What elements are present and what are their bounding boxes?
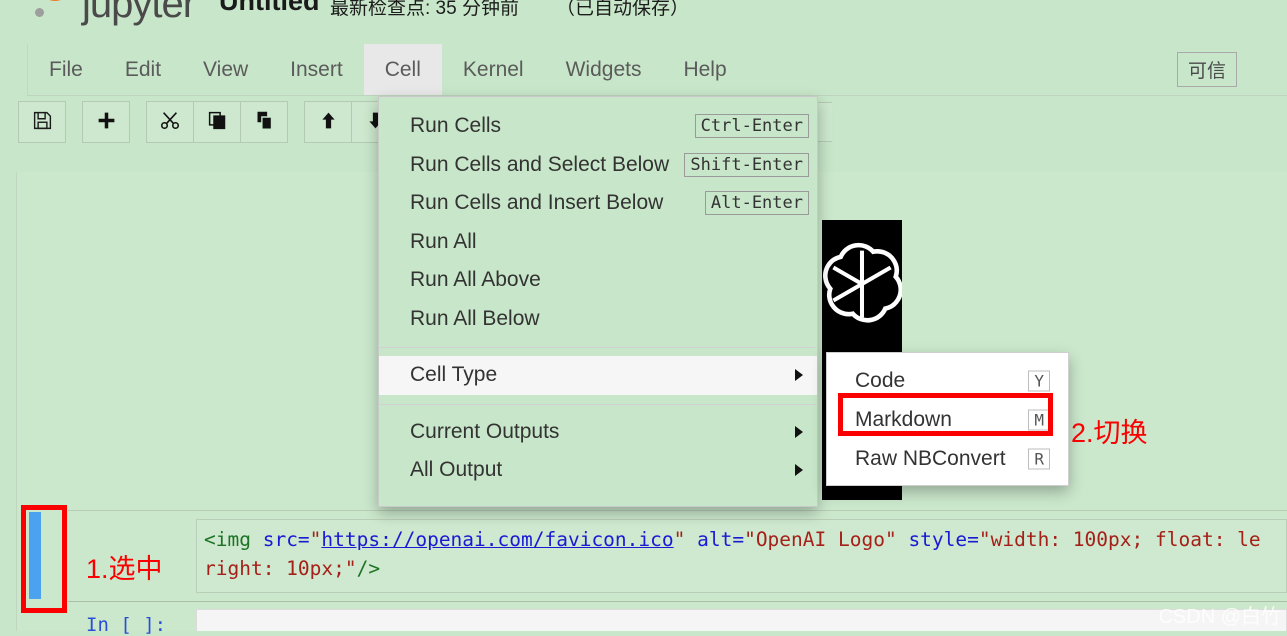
submenu-item-shortcut: Y: [1028, 370, 1050, 391]
menu-item-cell-type[interactable]: Cell Type: [379, 356, 817, 395]
menu-item-label: Run Cells and Select Below: [410, 152, 670, 176]
autosave-status: （已自动保存）: [556, 0, 690, 19]
code-editor[interactable]: <img src="https://openai.com/favicon.ico…: [196, 519, 1287, 593]
menu-item-label: Run All Below: [410, 306, 540, 330]
annotation-box-selected-cell: [21, 505, 67, 613]
submenu-item-raw-nbconvert[interactable]: Raw NBConvert R: [827, 439, 1068, 478]
menu-item-label: Run All: [410, 229, 477, 253]
chevron-right-icon: [795, 369, 803, 382]
menu-file[interactable]: File: [28, 44, 104, 95]
menu-widgets[interactable]: Widgets: [545, 44, 663, 95]
annotation-text-step1: 1.选中: [86, 554, 163, 584]
menu-insert[interactable]: Insert: [269, 44, 364, 95]
move-up-button[interactable]: [304, 101, 352, 143]
submenu-item-label: Raw NBConvert: [855, 446, 1006, 470]
menu-item-shortcut: Ctrl-Enter: [694, 114, 809, 139]
copy-icon: [207, 110, 228, 135]
toolbar-group-edit: [146, 101, 288, 143]
menu-cell[interactable]: Cell: [363, 44, 442, 95]
save-button[interactable]: [18, 101, 66, 143]
submenu-item-label: Code: [855, 368, 906, 392]
menu-item-shortcut: Alt-Enter: [704, 191, 809, 216]
toolbar-group-insert: [82, 101, 130, 143]
menu-help[interactable]: Help: [662, 44, 747, 95]
menu-item-label: Run Cells: [410, 114, 502, 138]
chevron-right-icon: [795, 464, 803, 477]
annotation-text-step2: 2.切换: [1071, 418, 1148, 448]
menu-separator: [379, 403, 817, 405]
code-line-2: right: 10px;"/>: [204, 557, 381, 580]
annotation-box-markdown: [838, 393, 1053, 436]
chevron-right-icon: [795, 425, 803, 438]
paste-button[interactable]: [240, 101, 288, 143]
cell-dropdown-menu: Run Cells Ctrl-Enter Run Cells and Select …: [378, 96, 818, 507]
menubar-items: File Edit View Insert Cell Kernel Widgets Help: [28, 44, 1287, 95]
menu-item-run-cells-and-select-below[interactable]: Run Cells and Select Below Shift-Enter: [379, 146, 817, 185]
menu-item-label: All Output: [410, 458, 503, 482]
jupyter-logo[interactable]: jupyter: [26, 0, 196, 26]
menu-kernel[interactable]: Kernel: [442, 44, 545, 95]
paste-icon: [254, 110, 275, 135]
menu-item-run-cells-and-insert-below[interactable]: Run Cells and Insert Below Alt-Enter: [379, 184, 817, 223]
save-icon: [32, 110, 53, 135]
toolbar: [18, 101, 415, 143]
submenu-item-shortcut: R: [1028, 448, 1050, 469]
cell-divider-top: [68, 510, 1287, 511]
menu-edit[interactable]: Edit: [104, 44, 182, 95]
menu-item-run-cells[interactable]: Run Cells Ctrl-Enter: [379, 107, 817, 146]
cut-button[interactable]: [146, 101, 194, 143]
brand-text: jupyter: [82, 0, 196, 26]
jupyter-mark-icon: [26, 0, 80, 24]
next-cell-prompt: In [ ]:: [86, 614, 167, 636]
menu-item-label: Run Cells and Insert Below: [410, 191, 664, 215]
notebook-title[interactable]: Untitled: [219, 0, 320, 17]
menu-item-run-all-below[interactable]: Run All Below: [379, 300, 817, 339]
menu-item-shortcut: Shift-Enter: [684, 152, 809, 177]
menu-separator: [379, 347, 817, 348]
menu-item-current-outputs[interactable]: Current Outputs: [379, 413, 817, 452]
menu-item-run-all-above[interactable]: Run All Above: [379, 261, 817, 300]
toolbar-overflow-button[interactable]: [817, 102, 832, 142]
trusted-badge[interactable]: 可信: [1176, 52, 1237, 87]
copy-button[interactable]: [193, 101, 241, 143]
menu-item-label: Run All Above: [410, 268, 541, 292]
toolbar-group-file: [18, 101, 66, 143]
code-line-1: <img src="https://openai.com/favicon.ico…: [204, 528, 1261, 551]
menu-view[interactable]: View: [182, 44, 269, 95]
cell-divider-bottom: [68, 601, 1287, 602]
plus-icon: [96, 110, 117, 135]
arrow-up-icon: [318, 110, 339, 135]
scissors-icon: [159, 109, 181, 135]
menubar: File Edit View Insert Cell Kernel Widgets Help …: [27, 44, 1287, 96]
menu-item-run-all[interactable]: Run All: [379, 223, 817, 262]
next-cell-editor[interactable]: [196, 609, 1287, 631]
menu-item-label: Cell Type: [410, 363, 498, 387]
page-header: jupyter Untitled 最新检查点: 35 分钟前 （已自动保存）: [0, 0, 1287, 40]
checkpoint-status: 最新检查点: 35 分钟前: [330, 0, 519, 19]
menu-item-label: Current Outputs: [410, 419, 560, 443]
menu-item-all-output[interactable]: All Output: [379, 451, 817, 490]
add-cell-button[interactable]: [82, 101, 130, 143]
watermark: CSDN @白竹: [1158, 606, 1281, 628]
